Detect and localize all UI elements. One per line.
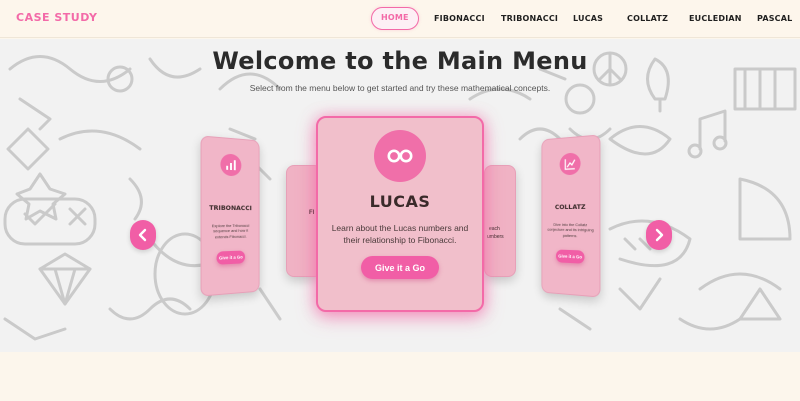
line-chart-icon	[560, 152, 581, 175]
infinity-icon	[374, 130, 426, 182]
nav-fibonacci[interactable]: FIBONACCI	[434, 7, 485, 31]
give-it-a-go-button[interactable]: Give it a Go	[556, 249, 585, 263]
nav-collatz[interactable]: COLLATZ	[627, 7, 668, 31]
card-description: Dive into the Collatz conjecture and its…	[547, 222, 595, 239]
card-text-fragment: umbers	[487, 234, 504, 240]
carousel-prev-button[interactable]	[130, 220, 156, 250]
nav-pascal[interactable]: PASCAL	[757, 7, 792, 31]
nav-links: HOME FIBONACCI TRIBONACCI LUCAS COLLATZ …	[371, 7, 791, 31]
chevron-right-icon	[654, 228, 664, 242]
brand-logo[interactable]: CASE STUDY	[16, 11, 98, 24]
nav-eucledian[interactable]: EUCLEDIAN	[689, 7, 742, 31]
carousel-card-back-right[interactable]: each umbers	[484, 165, 516, 277]
nav-home[interactable]: HOME	[371, 7, 419, 30]
card-text-fragment: each	[489, 226, 500, 232]
page-subtitle: Select from the menu below to get starte…	[0, 83, 800, 93]
card-title-fragment: FI	[309, 210, 314, 216]
carousel-next-button[interactable]	[646, 220, 672, 250]
carousel-card-collatz[interactable]: COLLATZ Dive into the Collatz conjecture…	[541, 134, 600, 297]
carousel-card-lucas[interactable]: LUCAS Learn about the Lucas numbers and …	[316, 116, 484, 312]
card-title: COLLATZ	[542, 203, 599, 212]
card-description: Learn about the Lucas numbers and their …	[328, 222, 472, 247]
chevron-left-icon	[138, 228, 148, 242]
give-it-a-go-button[interactable]: Give it a Go	[361, 256, 439, 279]
nav-tribonacci[interactable]: TRIBONACCI	[501, 7, 558, 31]
nav-lucas[interactable]: LUCAS	[573, 7, 603, 31]
carousel-card-tribonacci[interactable]: TRIBONACCI Explore the Tribonacci sequen…	[201, 135, 260, 296]
bar-chart-icon	[220, 153, 241, 176]
give-it-a-go-button[interactable]: Give it a Go	[217, 250, 246, 264]
card-title: TRIBONACCI	[202, 204, 259, 213]
navbar: CASE STUDY HOME FIBONACCI TRIBONACCI LUC…	[0, 0, 800, 38]
card-title: LUCAS	[318, 192, 482, 211]
page-title: Welcome to the Main Menu	[0, 47, 800, 75]
card-description: Explore the Tribonacci sequence and how …	[206, 223, 254, 240]
